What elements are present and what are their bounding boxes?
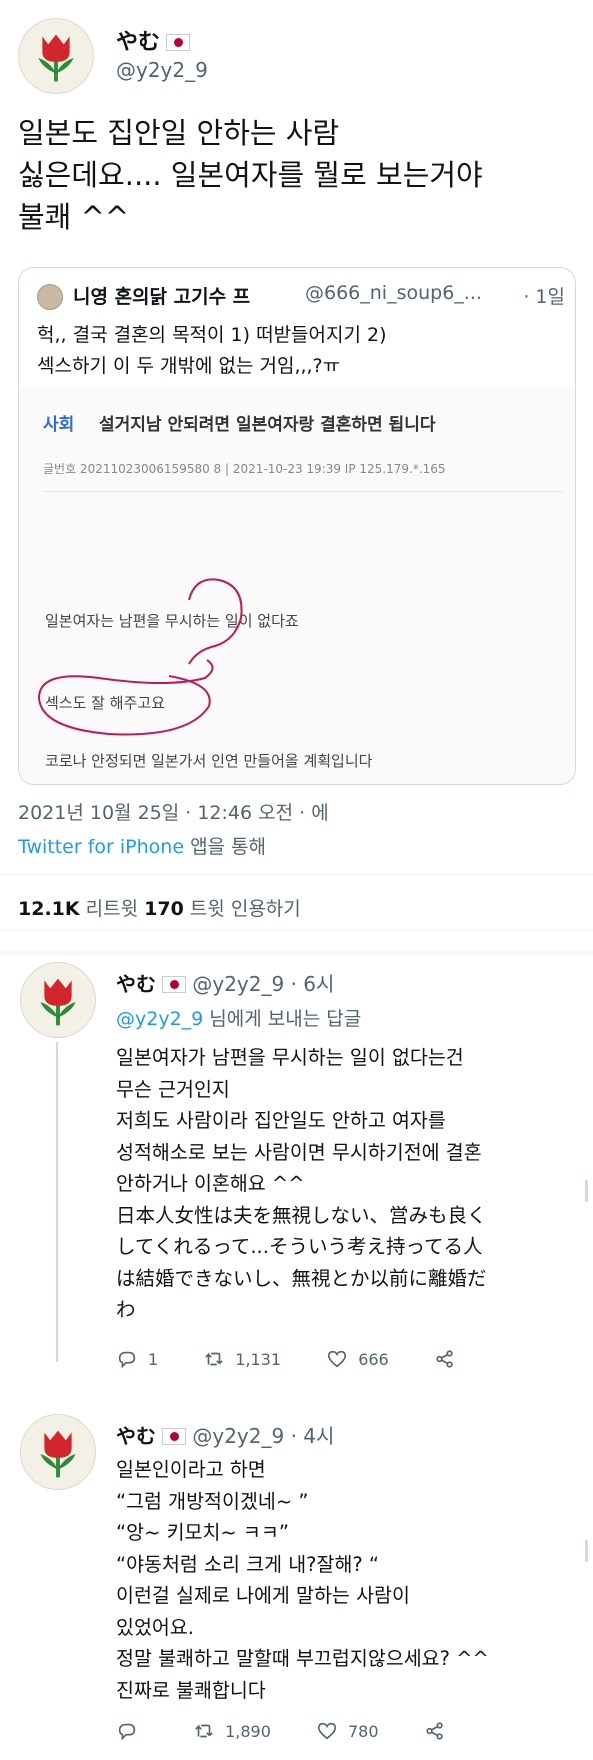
share-button[interactable]: [434, 1348, 466, 1370]
share-icon: [436, 1350, 453, 1368]
japan-flag-icon: [162, 976, 186, 993]
reply-icon: [118, 1351, 136, 1369]
thread-connector: [56, 1042, 58, 1362]
japan-flag-icon: [162, 1428, 186, 1445]
share-icon: [426, 1722, 443, 1740]
article-category: 사회: [43, 415, 75, 435]
mention-link[interactable]: @y2y2_9: [116, 1008, 203, 1030]
scrollbar-thumb[interactable]: [585, 1180, 588, 1202]
quoted-display-name[interactable]: 니영 혼의닭 고기수 프: [73, 282, 250, 309]
tweet-timestamp[interactable]: 2021년 10월 25일 · 12:46 오전 · 에: [18, 798, 329, 825]
replying-to: @y2y2_9 님에게 보내는 답글: [116, 1008, 362, 1030]
tweet-stats: 12.1K 리트윗 170 트윗 인용하기: [18, 898, 301, 920]
divider: [0, 930, 593, 931]
reply-header[interactable]: やむ @y2y2_9 · 4시: [116, 1420, 334, 1449]
share-button[interactable]: [424, 1720, 456, 1742]
avatar[interactable]: [37, 284, 63, 310]
display-name[interactable]: やむ: [116, 24, 191, 56]
reply-text: 일본인이라고 하면 “그럼 개방적이겠네~ ” “앙~ 키모치~ ㅋㅋ” “야동…: [116, 1458, 489, 1702]
article-title: 설거지남 안되려면 일본여자랑 결혼하면 됩니다: [99, 415, 436, 435]
tweet-text: 일본도 집안일 안하는 사람 싫은데요.... 일본여자를 뭘로 보는거야 불쾌…: [18, 116, 483, 234]
action-bar: 1,890 780: [116, 1720, 496, 1746]
article-meta: 글번호 20211023006159580 8 | 2021-10-23 19:…: [43, 460, 563, 492]
action-bar: 1 1,131 666: [116, 1348, 506, 1374]
quoted-tweet[interactable]: 니영 혼의닭 고기수 프 @666_ni_soup6_... · 1일 헉,, …: [18, 267, 576, 785]
quoted-user-handle[interactable]: @666_ni_soup6_...: [305, 282, 482, 304]
avatar[interactable]: [20, 962, 96, 1038]
quote-count[interactable]: 170: [144, 898, 184, 920]
japan-flag-icon: [166, 34, 191, 51]
reply-button[interactable]: [116, 1720, 148, 1742]
retweet-count[interactable]: 12.1K: [18, 898, 80, 920]
quoted-timestamp: · 1일: [519, 282, 565, 309]
reply-icon: [118, 1723, 136, 1741]
like-button[interactable]: 666: [326, 1348, 389, 1370]
user-handle[interactable]: @y2y2_9: [116, 58, 208, 82]
reply-button[interactable]: 1: [116, 1348, 158, 1370]
scrollbar-thumb[interactable]: [585, 1540, 588, 1562]
like-button[interactable]: 780: [316, 1720, 379, 1742]
section-separator: [0, 950, 593, 956]
retweet-icon: [195, 1724, 213, 1738]
retweet-icon: [205, 1352, 224, 1366]
article-line: 섹스도 잘 해주고요: [45, 694, 165, 712]
heart-icon: [317, 1722, 337, 1740]
red-pen-annotation: [37, 578, 243, 736]
heart-icon: [328, 1350, 347, 1368]
quoted-screenshot-image[interactable]: 사회 설거지남 안되려면 일본여자랑 결혼하면 됩니다 글번호 20211023…: [19, 388, 575, 784]
quoted-tweet-text: 헉,, 결국 결혼의 목적이 1) 떠받들어지기 2) 섹스하기 이 두 개밖에…: [37, 324, 387, 377]
avatar[interactable]: [18, 18, 94, 94]
avatar[interactable]: [20, 1414, 96, 1490]
retweet-button[interactable]: 1,131: [203, 1348, 281, 1370]
retweet-button[interactable]: 1,890: [193, 1720, 271, 1742]
source-app-link[interactable]: Twitter for iPhone: [18, 836, 184, 858]
reply-text: 일본여자가 남편을 무시하는 일이 없다는건 무슨 근거인지 저희도 사람이라 …: [116, 1046, 487, 1321]
article-line: 코로나 안정되면 일본가서 인연 만들어올 계획입니다: [45, 752, 373, 770]
divider: [0, 874, 593, 875]
reply-header[interactable]: やむ @y2y2_9 · 6시: [116, 968, 334, 997]
article-line: 일본여자는 남편을 무시하는 일이 없다죠: [45, 612, 299, 630]
tweet-source: Twitter for iPhone 앱을 통해: [18, 836, 267, 858]
